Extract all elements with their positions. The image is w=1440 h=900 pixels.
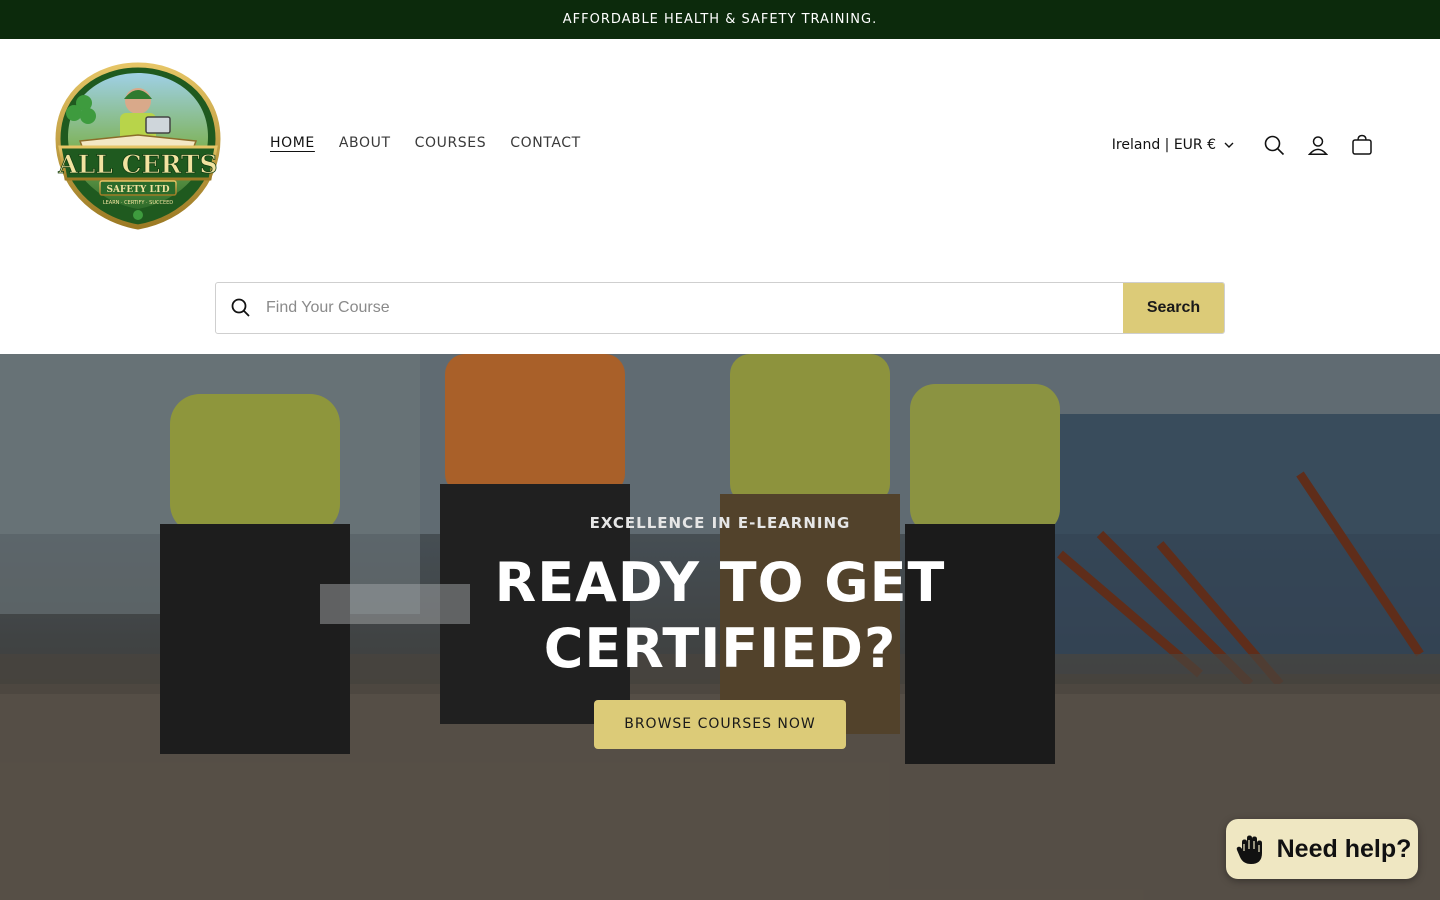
site-logo[interactable]: ALL CERTS SAFETY LTD LEARN · CERTIFY · S… (50, 61, 226, 231)
waving-hand-icon (1236, 835, 1262, 864)
search-submit-button[interactable]: Search (1123, 283, 1224, 333)
announcement-text: AFFORDABLE HEALTH & SAFETY TRAINING. (562, 12, 878, 27)
nav-item-contact[interactable]: CONTACT (510, 135, 581, 151)
search-icon (1264, 135, 1284, 155)
search-icon (231, 298, 250, 317)
header-actions: Ireland | EUR € (1112, 129, 1384, 161)
header-search-button[interactable] (1252, 129, 1296, 161)
help-chat-label: Need help? (1276, 834, 1412, 863)
search-field-icon (216, 283, 266, 333)
site-header: ALL CERTS SAFETY LTD LEARN · CERTIFY · S… (0, 39, 1440, 249)
account-icon (1308, 136, 1328, 155)
account-button[interactable] (1296, 129, 1340, 161)
nav-item-about[interactable]: ABOUT (339, 135, 391, 151)
locale-label: Ireland | EUR € (1111, 137, 1216, 153)
announcement-bar: AFFORDABLE HEALTH & SAFETY TRAINING. (0, 0, 1440, 39)
hero-banner: EXCELLENCE IN E-LEARNING READY TO GET CE… (0, 354, 1440, 900)
cart-icon (1352, 134, 1372, 155)
course-search-form: Search (215, 282, 1225, 334)
main-nav: HOME ABOUT COURSES CONTACT (270, 135, 605, 151)
logo-badge-icon: ALL CERTS SAFETY LTD LEARN · CERTIFY · S… (55, 62, 221, 230)
help-chat-button[interactable]: Need help? (1226, 819, 1418, 879)
course-search-input[interactable] (266, 283, 1123, 333)
nav-item-courses[interactable]: COURSES (415, 135, 487, 151)
logo-subtitle: SAFETY LTD (106, 185, 169, 195)
cart-button[interactable] (1340, 129, 1384, 161)
chevron-down-icon (1224, 142, 1234, 148)
logo-tagline: LEARN · CERTIFY · SUCCEED (103, 200, 173, 206)
logo-wordmark: ALL CERTS (57, 150, 217, 179)
browse-courses-button[interactable]: BROWSE COURSES NOW (594, 700, 846, 749)
hero-content: EXCELLENCE IN E-LEARNING READY TO GET CE… (420, 514, 1020, 749)
hero-title: READY TO GET CERTIFIED? (494, 551, 946, 680)
nav-item-home[interactable]: HOME (270, 135, 315, 151)
hero-eyebrow: EXCELLENCE IN E-LEARNING (589, 514, 851, 532)
country-currency-selector[interactable]: Ireland | EUR € (1112, 137, 1234, 153)
